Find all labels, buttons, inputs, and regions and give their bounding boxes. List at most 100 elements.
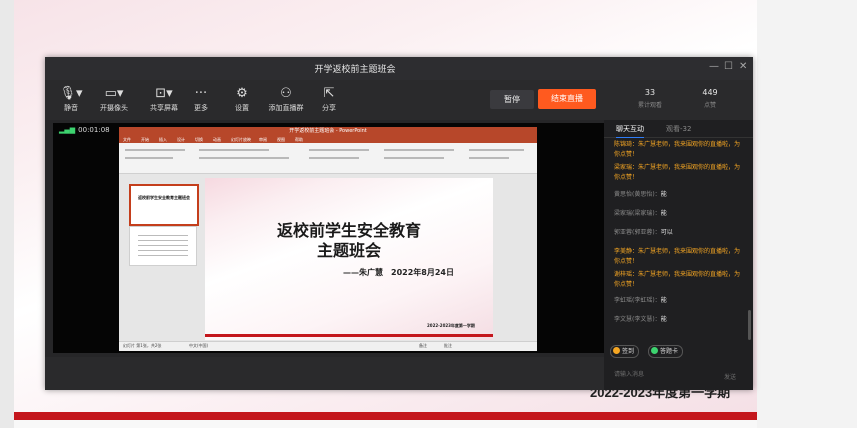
total-views-stat: 33 累计观看 xyxy=(623,88,677,109)
chat-text: 能 xyxy=(660,316,667,323)
add-live-group-label: 添加直播群 xyxy=(268,104,304,112)
ppt-tab: 插入 xyxy=(159,137,167,142)
background-left-strip xyxy=(0,0,14,428)
ppt-status-item: 备注 xyxy=(419,343,427,348)
answer-card-label: 答题卡 xyxy=(660,348,679,355)
ppt-tab: 设计 xyxy=(177,137,185,142)
background-bottom xyxy=(14,420,757,428)
background-red-bar xyxy=(14,412,757,420)
current-slide: 返校前学生安全教育 主题班会 ——朱广慧 2022年8月24日 2022-202… xyxy=(205,178,493,340)
live-window: 开学返校前主题班会 — ☐ ✕ 🎙▾ 静音 ▭▾ 开摄像头 ⊡▾ 共享屏幕 ··… xyxy=(45,57,753,390)
chat-message: 黄思怡(黄思怡)：能 xyxy=(614,190,744,200)
ppt-tab: 切换 xyxy=(195,137,203,142)
chat-sender: 郭亚蓉(郭亚蓉)： xyxy=(614,229,661,236)
chat-tabs: 聊天互动 观看-32 xyxy=(604,120,753,138)
gear-icon: ⚙ xyxy=(236,86,248,101)
ppt-tab: 审阅 xyxy=(259,137,267,142)
tab-viewers[interactable]: 观看-32 xyxy=(666,124,691,134)
share-button[interactable]: ⇱ 分享 xyxy=(307,85,351,113)
ppt-tab: 开始 xyxy=(141,137,149,142)
slide-thumbnail-1[interactable]: 返校前学生安全教育主题班会 xyxy=(129,184,199,226)
ppt-ribbon-tabs: 文件 开始 插入 设计 切换 动画 幻灯片放映 审阅 视图 帮助 xyxy=(119,136,537,143)
chat-message: 郭亚蓉(郭亚蓉)：可以 xyxy=(614,228,744,238)
ppt-ribbon xyxy=(119,143,537,174)
likes-stat: 449 点赞 xyxy=(683,88,737,109)
video-bottom-bar xyxy=(45,357,604,390)
settings-button[interactable]: ⚙ 设置 xyxy=(220,85,264,113)
chat-message: 梁家瑞(梁家瑞)：能 xyxy=(614,209,744,219)
thumbnail-title: 返校前学生安全教育主题班会 xyxy=(138,195,190,200)
mute-label: 静音 xyxy=(64,104,78,112)
screen: 2022-2023年度第一学期 开学返校前主题班会 — ☐ ✕ 🎙▾ 静音 ▭▾… xyxy=(0,0,857,428)
video-area: ▂▄▆ 00:01:08 开学返校前主题班会 - PowerPoint 文件 开始… xyxy=(53,123,604,353)
ppt-window-title: 开学返校前主题班会 - PowerPoint xyxy=(289,128,367,134)
chat-sender: 李虹瑶(李虹瑶)： xyxy=(614,297,661,304)
answer-card-button[interactable]: 答题卡 xyxy=(648,345,684,358)
ppt-tab: 幻灯片放映 xyxy=(231,137,251,142)
window-title: 开学返校前主题班会 xyxy=(314,65,396,75)
ppt-title-bar: 开学返校前主题班会 - PowerPoint xyxy=(119,127,537,136)
total-views-label: 累计观看 xyxy=(637,102,662,109)
ppt-tab: 文件 xyxy=(123,137,131,142)
slide-author: ——朱广慧 2022年8月24日 xyxy=(343,268,454,277)
chat-message: 李美静：朱广慧老师，我来围观你的直播啦，为你点赞！ xyxy=(614,248,741,265)
microphone-icon: 🎙▾ xyxy=(59,86,83,101)
chat-text: 可以 xyxy=(660,229,673,236)
slide-thumbnail-2[interactable] xyxy=(129,226,197,266)
title-bar: 开学返校前主题班会 — ☐ ✕ xyxy=(45,57,753,80)
pause-button[interactable]: 暂停 xyxy=(490,90,534,109)
signal-icon: ▂▄▆ xyxy=(59,126,76,134)
tab-chat-interaction[interactable]: 聊天互动 xyxy=(616,124,644,138)
add-group-icon: ⚇ xyxy=(280,86,292,101)
chat-text: 能 xyxy=(660,210,667,217)
ppt-status-item: 中文(中国) xyxy=(189,343,209,348)
chat-text: 能 xyxy=(660,297,667,304)
shared-powerpoint-window: 开学返校前主题班会 - PowerPoint 文件 开始 插入 设计 切换 动画… xyxy=(119,127,537,351)
mute-button[interactable]: 🎙▾ 静音 xyxy=(49,85,93,113)
more-label: 更多 xyxy=(194,104,208,112)
elapsed-time: 00:01:08 xyxy=(78,126,110,134)
slide-red-bar xyxy=(205,334,493,337)
camera-button[interactable]: ▭▾ 开摄像头 xyxy=(92,85,136,113)
share-label: 分享 xyxy=(322,104,336,112)
chat-panel: 聊天互动 观看-32 陈锦琦：朱广慧老师，我来围观你的直播啦，为你点赞！ 梁家瑞… xyxy=(604,120,753,390)
send-button[interactable]: 发送 xyxy=(724,372,736,381)
chat-input[interactable]: 请输入消息 xyxy=(614,369,644,378)
close-icon[interactable]: ✕ xyxy=(739,61,747,72)
chat-message: 梁家瑞：朱广慧老师，我来围观你的直播啦，为你点赞！ xyxy=(614,164,741,181)
maximize-icon[interactable]: ☐ xyxy=(724,61,733,72)
chat-message: 李文慧(李文慧)：能 xyxy=(614,315,744,325)
ppt-tab: 动画 xyxy=(213,137,221,142)
signin-label: 签到 xyxy=(622,348,635,355)
slide-footer: 2022-2023年度第一学期 xyxy=(427,323,475,328)
ppt-tab: 视图 xyxy=(277,137,285,142)
chat-message: 李虹瑶(李虹瑶)：能 xyxy=(614,296,744,306)
chat-text: 能 xyxy=(660,191,667,198)
likes-value: 449 xyxy=(702,88,718,97)
total-views-value: 33 xyxy=(644,88,656,97)
chat-scrollbar[interactable] xyxy=(748,310,751,340)
slide-title-line2: 主题班会 xyxy=(316,241,381,260)
minimize-icon[interactable]: — xyxy=(709,61,719,72)
likes-label: 点赞 xyxy=(703,102,716,109)
live-timer: ▂▄▆ 00:01:08 xyxy=(59,126,110,134)
signin-button[interactable]: 签到 xyxy=(610,345,640,358)
ppt-status-item: 批注 xyxy=(444,343,452,348)
more-button[interactable]: ··· 更多 xyxy=(179,85,223,113)
chat-sender: 李文慧(李文慧)： xyxy=(614,316,661,323)
ppt-tab: 帮助 xyxy=(295,137,303,142)
share-icon: ⇱ xyxy=(323,86,335,101)
ppt-status-bar: 幻灯片 第1张，共2张 中文(中国) 备注 批注 xyxy=(119,341,537,351)
end-live-button[interactable]: 结束直播 xyxy=(538,89,596,109)
more-icon: ··· xyxy=(194,86,208,101)
signin-icon xyxy=(613,347,620,354)
ppt-workspace: 返校前学生安全教育主题班会 返校前学生安全教育 主题班会 ——朱广慧 2022年… xyxy=(119,174,537,341)
chat-sender: 黄思怡(黄思怡)： xyxy=(614,191,661,198)
answer-card-icon xyxy=(651,347,658,354)
camera-off-icon: ▭▾ xyxy=(104,86,124,101)
camera-label: 开摄像头 xyxy=(100,104,128,112)
chat-message: 陈锦琦：朱广慧老师，我来围观你的直播啦，为你点赞！ xyxy=(614,141,741,158)
ppt-status-item: 幻灯片 第1张，共2张 xyxy=(123,343,162,348)
add-live-group-button[interactable]: ⚇ 添加直播群 xyxy=(264,85,308,113)
chat-message: 谢梓瑶：朱广慧老师，我来围观你的直播啦，为你点赞！ xyxy=(614,271,741,288)
